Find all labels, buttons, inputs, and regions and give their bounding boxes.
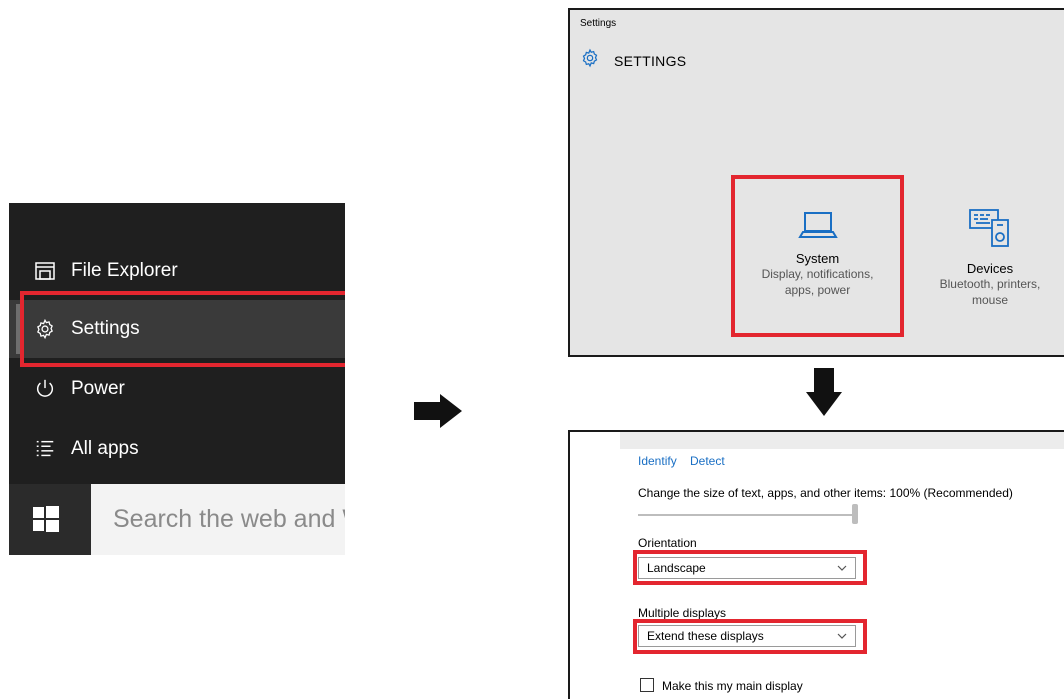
scale-slider-track[interactable]	[638, 514, 854, 516]
tile-devices[interactable]: Devices Bluetooth, printers, mouse	[910, 206, 1064, 308]
taskbar: Search the web and W	[9, 484, 345, 555]
start-item-label: All apps	[71, 438, 139, 459]
tile-title: Devices	[966, 261, 1014, 276]
start-item-label: File Explorer	[71, 260, 178, 281]
gear-icon	[580, 48, 600, 73]
search-placeholder: Search the web and W	[113, 505, 345, 533]
system-highlight-box	[731, 175, 904, 337]
orientation-label: Orientation	[638, 536, 697, 550]
all-apps-icon	[33, 437, 57, 461]
start-item-label: Power	[71, 378, 125, 399]
window-title: Settings	[580, 18, 617, 29]
file-explorer-icon	[33, 259, 57, 283]
start-item-all-apps[interactable]: All apps	[9, 420, 345, 478]
search-input[interactable]: Search the web and W	[91, 484, 345, 555]
page-title: SETTINGS	[614, 52, 687, 69]
power-icon	[33, 377, 57, 401]
settings-header: SETTINGS	[580, 48, 686, 73]
multiple-displays-label: Multiple displays	[638, 606, 727, 620]
right-arrow-icon	[414, 394, 462, 428]
main-display-checkbox[interactable]	[640, 678, 654, 692]
multiple-displays-highlight-box	[633, 619, 867, 654]
identify-link[interactable]: Identify	[638, 454, 677, 468]
start-item-power[interactable]: Power	[9, 360, 345, 418]
orientation-highlight-box	[633, 550, 867, 585]
windows-logo-icon[interactable]	[33, 506, 59, 532]
scale-label: Change the size of text, apps, and other…	[638, 486, 1013, 500]
down-arrow-icon	[806, 368, 842, 416]
settings-highlight-box	[20, 291, 345, 367]
start-menu: File Explorer Settings Power All apps Se…	[9, 203, 345, 555]
scale-slider-thumb[interactable]	[852, 504, 858, 524]
tile-desc-line2: mouse	[971, 293, 1009, 307]
top-strip	[620, 432, 1064, 449]
display-settings-window: Identify Detect Change the size of text,…	[568, 430, 1064, 699]
detect-link[interactable]: Detect	[690, 454, 725, 468]
tile-desc-line1: Bluetooth, printers,	[939, 277, 1041, 291]
settings-window: Settings SETTINGS System Display, notifi…	[568, 8, 1064, 357]
main-display-label: Make this my main display	[662, 679, 803, 693]
devices-icon	[968, 209, 1012, 254]
